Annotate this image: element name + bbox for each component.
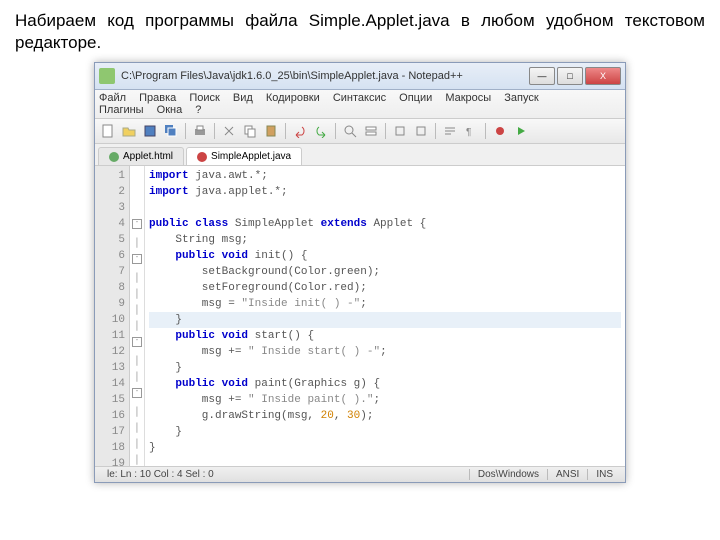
separator-icon [335,123,336,139]
separator-icon [485,123,486,139]
editor-area: 12345678910111213141516171819 -│-││││-││… [95,166,625,466]
save-icon[interactable] [141,122,159,140]
menu-macros[interactable]: Макросы [445,92,491,104]
record-icon[interactable] [491,122,509,140]
open-file-icon[interactable] [120,122,138,140]
hidden-icon[interactable]: ¶ [462,122,480,140]
copy-icon[interactable] [241,122,259,140]
menu-options[interactable]: Опции [399,92,432,104]
undo-icon[interactable] [291,122,309,140]
fold-gutter: -│-││││-││-││││ [130,166,145,466]
menu-run[interactable]: Запуск [504,92,538,104]
tab-status-icon [109,152,119,162]
menu-windows[interactable]: Окна [157,104,183,116]
separator-icon [214,123,215,139]
separator-icon [385,123,386,139]
play-icon[interactable] [512,122,530,140]
menu-search[interactable]: Поиск [189,92,219,104]
wrap-icon[interactable] [441,122,459,140]
tab-applet-html[interactable]: Applet.html [98,147,184,165]
tab-label: SimpleApplet.java [211,151,291,162]
zoom-in-icon[interactable] [391,122,409,140]
find-icon[interactable] [341,122,359,140]
tab-simpleapplet-java[interactable]: SimpleApplet.java [186,147,302,165]
toolbar: ¶ [95,119,625,144]
tab-bar: Applet.html SimpleApplet.java [95,144,625,166]
code-content[interactable]: import java.awt.*; import java.applet.*;… [145,166,625,466]
zoom-out-icon[interactable] [412,122,430,140]
tab-label: Applet.html [123,151,173,162]
menu-edit[interactable]: Правка [139,92,176,104]
replace-icon[interactable] [362,122,380,140]
minimize-button[interactable]: — [529,67,555,85]
menu-plugins[interactable]: Плагины [99,104,144,116]
svg-text:¶: ¶ [466,127,471,138]
new-file-icon[interactable] [99,122,117,140]
separator-icon [285,123,286,139]
menu-view[interactable]: Вид [233,92,253,104]
paste-icon[interactable] [262,122,280,140]
tab-status-icon [197,152,207,162]
menu-file[interactable]: Файл [99,92,126,104]
print-icon[interactable] [191,122,209,140]
menu-bar: Файл Правка Поиск Вид Кодировки Синтакси… [95,90,625,119]
close-button[interactable]: X [585,67,621,85]
menu-encoding[interactable]: Кодировки [266,92,320,104]
separator-icon [435,123,436,139]
window-title: C:\Program Files\Java\jdk1.6.0_25\bin\Si… [121,70,529,82]
redo-icon[interactable] [312,122,330,140]
separator-icon [185,123,186,139]
save-all-icon[interactable] [162,122,180,140]
caption-text: Набираем код программы файла Simple.Appl… [15,10,705,54]
menu-syntax[interactable]: Синтаксис [333,92,386,104]
app-icon [99,68,115,84]
menu-help[interactable]: ? [195,104,201,116]
maximize-button[interactable]: □ [557,67,583,85]
line-numbers: 12345678910111213141516171819 [95,166,130,466]
notepad-window: C:\Program Files\Java\jdk1.6.0_25\bin\Si… [94,62,626,483]
cut-icon[interactable] [220,122,238,140]
title-bar[interactable]: C:\Program Files\Java\jdk1.6.0_25\bin\Si… [95,63,625,90]
